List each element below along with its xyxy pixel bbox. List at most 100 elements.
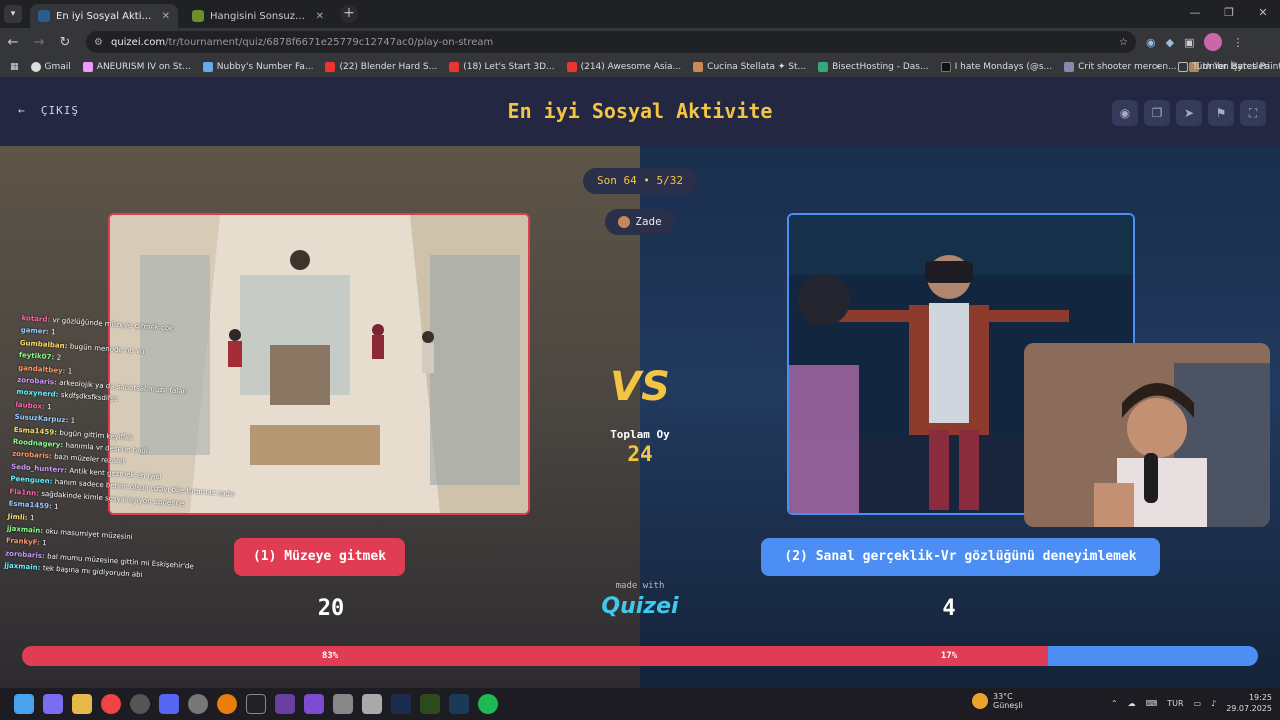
chat-username: feytik07: [18, 351, 57, 362]
chrome-icon[interactable] [101, 694, 121, 714]
chat-username: laubox: [15, 400, 48, 411]
chat-text: 1 [41, 539, 48, 548]
chat-text: skdfşdksfksdifşs [60, 391, 118, 404]
bookmark-star-icon[interactable]: ☆ [1119, 37, 1128, 48]
photoshop-icon[interactable] [391, 694, 411, 714]
page-title: En iyi Sosyal Aktivite [507, 99, 773, 123]
extensions-puzzle-icon[interactable]: ▣ [1184, 36, 1194, 49]
quizei-favicon-icon [192, 10, 204, 22]
chat-username: Fla1nn: [9, 487, 42, 498]
youtube-icon [325, 61, 336, 72]
steam-icon[interactable] [449, 694, 469, 714]
flag-icon[interactable]: ⚑ [1208, 100, 1234, 126]
chat-text: 1 [70, 416, 76, 426]
blender-icon[interactable] [217, 694, 237, 714]
copilot-icon[interactable] [43, 694, 63, 714]
bookmarks-overflow-button[interactable]: » [1155, 62, 1161, 72]
chat-username: kotard: [21, 313, 53, 325]
chat-username: zorobaris: [16, 375, 60, 387]
eye-icon[interactable]: ◉ [1112, 100, 1138, 126]
youtube-icon [449, 61, 460, 72]
copy-icon[interactable]: ❐ [1144, 100, 1170, 126]
menu-dots-icon[interactable]: ⋮ [1232, 36, 1243, 49]
chat-username: gandaltbey: [17, 363, 69, 375]
app-icon[interactable] [333, 694, 353, 714]
extension-audio-icon[interactable]: ◉ [1146, 36, 1156, 49]
app-icon[interactable] [188, 694, 208, 714]
volume-icon[interactable]: ♪ [1211, 699, 1216, 708]
x-icon [940, 61, 951, 72]
option-right-button[interactable]: (2) Sanal gerçeklik-Vr gözlüğünü deneyim… [761, 538, 1160, 576]
keyboard-icon[interactable]: ⌨ [1146, 699, 1158, 708]
option-left-button[interactable]: (1) Müzeye gitmek [234, 538, 405, 576]
tab-second[interactable]: Hangisini Sonsuza Kadar Yasak ✕ [184, 4, 332, 28]
chat-text: 1 [67, 366, 73, 376]
restore-icon[interactable]: ❐ [1212, 0, 1246, 26]
google-icon [30, 61, 41, 72]
minimize-icon[interactable]: — [1178, 0, 1212, 26]
all-bookmarks-folder[interactable]: Tüm Yer İşaretleri [1192, 62, 1270, 72]
bookmark-item[interactable]: (22) Blender Hard S... [325, 61, 437, 72]
bookmark-item[interactable]: ANEURISM IV on St... [82, 61, 191, 72]
bookmark-item[interactable]: BisectHosting - Das... [818, 61, 929, 72]
bookmark-item[interactable]: (18) Let's Start 3D... [449, 61, 555, 72]
profile-avatar[interactable] [1204, 33, 1223, 51]
extension-shield-icon[interactable]: ◆ [1166, 36, 1174, 49]
chat-username: FrankyF: [5, 536, 43, 548]
forward-arrow-icon[interactable]: → [26, 35, 52, 50]
total-votes-value: 24 [627, 442, 653, 466]
cloud-icon[interactable]: ☁ [1128, 699, 1136, 708]
app-icon[interactable] [362, 694, 382, 714]
stage-badge: Son 64 • 5/32 [583, 168, 697, 194]
quizei-favicon-icon [38, 10, 50, 22]
total-votes-label: Toplam Oy [610, 428, 670, 441]
bookmark-item[interactable]: Cucina Stellata ✦ St... [693, 61, 806, 72]
address-bar-row: ← → ↻ ⚙ quizei.com/tr/tournament/quiz/68… [0, 28, 1280, 56]
vote-count-left: 20 [317, 596, 345, 621]
folder-icon [1178, 61, 1189, 72]
file-explorer-icon[interactable] [72, 694, 92, 714]
bookmark-item[interactable]: Nubby's Number Fa... [202, 61, 313, 72]
tab-search-button[interactable]: ▾ [4, 5, 22, 23]
tab-quizei-active[interactable]: En iyi Sosyal Aktivite - Quizei ✕ [30, 4, 178, 28]
webcam-feed [1024, 343, 1270, 527]
reload-icon[interactable]: ↻ [52, 35, 78, 50]
tab-close-icon[interactable]: ✕ [316, 11, 324, 22]
bookmark-favicon-icon [1064, 61, 1075, 72]
back-arrow-icon[interactable]: ← [0, 35, 26, 50]
language-indicator[interactable]: TUR [1167, 699, 1183, 708]
bookmark-favicon-icon [202, 61, 213, 72]
close-window-icon[interactable]: ✕ [1246, 0, 1280, 26]
chat-username: jjaxmain: [6, 524, 46, 536]
new-tab-button[interactable]: + [340, 5, 358, 23]
network-icon[interactable]: ▭ [1194, 699, 1202, 708]
chat-text: 1 [29, 513, 35, 522]
visual-studio-icon[interactable] [304, 694, 324, 714]
apps-grid-icon[interactable]: ▦ [10, 62, 19, 72]
painter-icon[interactable] [420, 694, 440, 714]
weather-condition: Güneşli [993, 701, 1023, 710]
discord-icon[interactable] [159, 694, 179, 714]
chat-username: Esma1459: [13, 425, 60, 437]
windows-start-icon[interactable] [14, 694, 34, 714]
bookmark-gmail[interactable]: Gmail [30, 61, 71, 72]
url-field[interactable]: ⚙ quizei.com/tr/tournament/quiz/6878f667… [86, 31, 1136, 53]
unreal-icon[interactable] [246, 694, 266, 714]
quizei-logo[interactable]: Quizei [590, 594, 690, 619]
chat-text: 1 [46, 402, 52, 412]
obs-icon[interactable] [130, 694, 150, 714]
chat-username: Esma1459: [8, 499, 55, 511]
bookmark-item[interactable]: (214) Awesome Asia... [566, 61, 681, 72]
bookmark-item[interactable]: I hate Mondays (@s... [940, 61, 1052, 72]
tray-overflow-icon[interactable]: ⌃ [1111, 699, 1118, 708]
github-icon[interactable] [275, 694, 295, 714]
chat-username: moxynerd: [16, 388, 62, 400]
weather-widget[interactable]: 33°C Güneşli [972, 692, 1023, 710]
bookmarks-bar: ▦ Gmail ANEURISM IV on St... Nubby's Num… [0, 56, 1280, 78]
clock[interactable]: 19:25 29.07.2025 [1226, 692, 1272, 714]
tab-close-icon[interactable]: ✕ [162, 11, 170, 22]
spotify-icon[interactable] [478, 694, 498, 714]
fullscreen-icon[interactable]: ⛶ [1240, 100, 1266, 126]
site-info-icon[interactable]: ⚙ [94, 37, 103, 48]
send-icon[interactable]: ➤ [1176, 100, 1202, 126]
